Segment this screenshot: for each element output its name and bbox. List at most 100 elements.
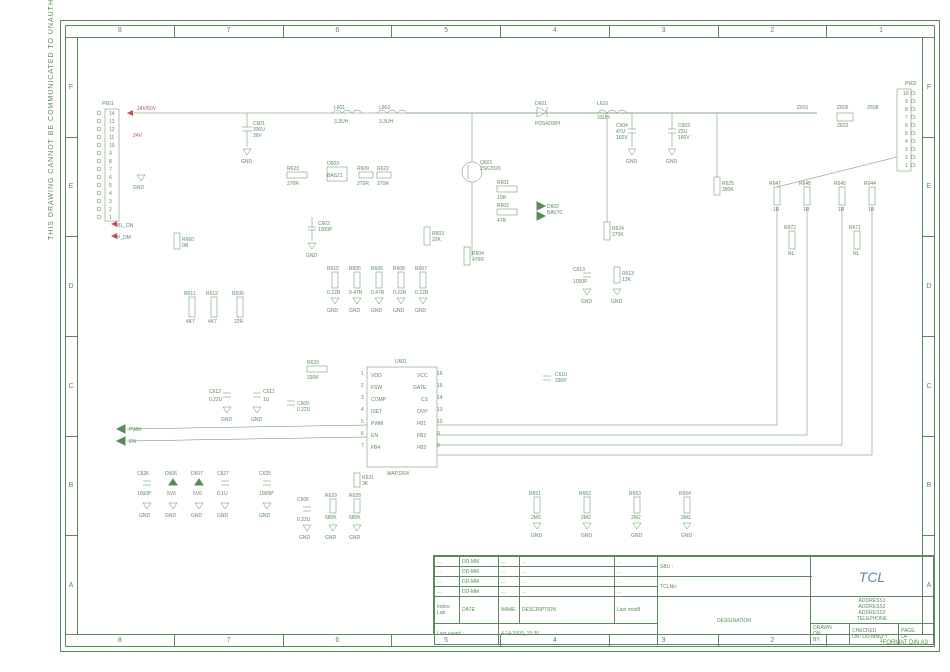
res-r609: R609270R	[357, 166, 373, 187]
res-r603: R60322K	[424, 227, 444, 245]
svg-text:GND: GND	[371, 308, 383, 314]
svg-text:R652: R652	[579, 491, 591, 497]
svg-text:33UH: 33UH	[597, 115, 610, 121]
res-r633: R633330K	[307, 360, 327, 381]
svg-text:GND: GND	[631, 533, 643, 539]
inductor-l610: L61033UH	[597, 101, 627, 121]
svg-text:R608: R608	[393, 266, 405, 272]
svg-text:3: 3	[109, 199, 112, 205]
svg-text:GND: GND	[191, 513, 203, 519]
cap-c613: C6131000P GND	[573, 267, 593, 305]
svg-text:GND: GND	[666, 159, 678, 165]
svg-text:0.22R: 0.22R	[327, 290, 341, 296]
format-label: FORMAT DIN A3	[883, 640, 928, 646]
res-r622: R622270R	[377, 166, 391, 187]
svg-text:GND: GND	[325, 535, 337, 541]
svg-text:GND: GND	[349, 535, 361, 541]
svg-text:GND: GND	[217, 513, 229, 519]
svg-text:PWM: PWM	[371, 421, 383, 427]
svg-text:R605: R605	[349, 266, 361, 272]
svg-text:8: 8	[437, 443, 440, 449]
svg-text:R636: R636	[232, 291, 244, 297]
svg-text:D603: D603	[327, 161, 339, 167]
svg-text:16: 16	[437, 371, 443, 377]
svg-text:GND: GND	[251, 417, 263, 423]
cap-c603: C60322U160V GND	[666, 113, 690, 165]
svg-text:COMP: COMP	[371, 397, 387, 403]
svg-text:GND: GND	[241, 159, 253, 165]
diode-d601: D601PDS4200H	[535, 101, 560, 127]
svg-text:C625: C625	[259, 471, 271, 477]
svg-text:GND: GND	[531, 533, 543, 539]
svg-text:4: 4	[109, 191, 112, 197]
svg-text:1000P: 1000P	[318, 227, 333, 233]
svg-text:10: 10	[437, 419, 443, 425]
svg-text:270R: 270R	[287, 181, 299, 187]
svg-text:5V6: 5V6	[193, 491, 202, 497]
svg-text:Z622: Z622	[837, 123, 849, 129]
schematic-canvas: P601 P602 24V/60V C6013	[77, 37, 923, 557]
svg-text:U601: U601	[395, 359, 407, 365]
svg-text:1R: 1R	[773, 207, 780, 213]
svg-text:R609: R609	[357, 166, 369, 172]
svg-text:FB2: FB2	[417, 433, 426, 439]
svg-text:14: 14	[109, 111, 115, 117]
svg-text:BAS21: BAS21	[327, 173, 343, 179]
svg-text:5V6: 5V6	[167, 491, 176, 497]
svg-text:4K7: 4K7	[208, 319, 217, 325]
svg-text:R633: R633	[307, 360, 319, 366]
svg-text:GND: GND	[299, 535, 311, 541]
svg-text:0.47R: 0.47R	[349, 290, 363, 296]
cap-c612: C6120.22UGND	[209, 389, 233, 423]
svg-text:24V: 24V	[133, 133, 143, 139]
res-r625: R625390K	[714, 177, 734, 195]
svg-text:C627: C627	[217, 471, 229, 477]
svg-text:1000P: 1000P	[137, 491, 152, 497]
svg-text:5: 5	[361, 419, 364, 425]
output-res-block: R6471R R6481R R6451R R6441R R672NL R671N…	[769, 181, 876, 257]
svg-text:11: 11	[109, 135, 114, 141]
svg-text:GND: GND	[259, 513, 271, 519]
svg-text:24V/60V: 24V/60V	[137, 106, 157, 112]
svg-text:Z605: Z605	[837, 105, 849, 111]
svg-text:3: 3	[905, 147, 908, 153]
svg-text:R623: R623	[287, 166, 299, 172]
svg-text:D606: D606	[165, 471, 177, 477]
svg-text:EN: EN	[129, 439, 136, 445]
svg-text:12: 12	[109, 127, 115, 133]
svg-text:6: 6	[109, 175, 112, 181]
svg-text:2M2: 2M2	[681, 515, 691, 521]
svg-text:VCC: VCC	[417, 373, 428, 379]
svg-text:P_DM: P_DM	[117, 235, 131, 241]
svg-text:330P: 330P	[555, 378, 567, 384]
svg-text:R628: R628	[349, 493, 361, 499]
ic-u601: U601MAP3204 VDDVCC FSWGATE COMPCS ISETOV…	[361, 359, 443, 477]
svg-text:R647: R647	[769, 181, 781, 187]
svg-text:470R: 470R	[472, 257, 484, 263]
svg-text:GND: GND	[393, 308, 405, 314]
svg-text:4: 4	[905, 139, 908, 145]
cap-c609: C6090.22U	[287, 401, 311, 413]
res-r601: R60110R	[497, 180, 517, 201]
svg-text:C612: C612	[209, 389, 221, 395]
svg-text:VDD: VDD	[371, 373, 382, 379]
svg-text:R648: R648	[799, 181, 811, 187]
svg-text:R602: R602	[497, 203, 509, 209]
svg-text:1U: 1U	[263, 397, 270, 403]
svg-text:NL: NL	[853, 251, 860, 257]
ruler-right: ABCDEF	[922, 37, 935, 635]
svg-text:GND: GND	[581, 299, 593, 305]
z-block: Z601Z605Z608 Z622	[797, 105, 879, 129]
svg-text:10: 10	[109, 143, 115, 149]
res-r613: R61312K GND	[611, 267, 634, 305]
res-r623: R623 270R	[287, 166, 307, 187]
svg-text:10: 10	[903, 91, 909, 97]
svg-text:C611: C611	[263, 389, 275, 395]
res-r624: R624270K	[604, 222, 624, 240]
svg-text:3: 3	[361, 395, 364, 401]
svg-text:R622: R622	[377, 166, 389, 172]
svg-text:2SK2920: 2SK2920	[480, 166, 501, 172]
svg-text:D607: D607	[191, 471, 203, 477]
svg-text:MAP3204: MAP3204	[387, 471, 409, 477]
svg-text:GND: GND	[611, 299, 623, 305]
